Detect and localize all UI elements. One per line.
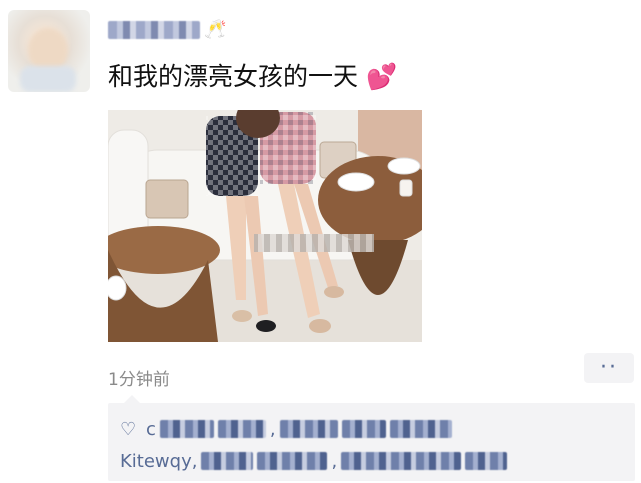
like-name-blurred-9[interactable]	[465, 452, 508, 470]
like-name-blurred-1[interactable]	[159, 420, 214, 438]
like-separator: ,	[269, 418, 276, 440]
photo-illustration	[108, 110, 422, 342]
post-photo[interactable]	[108, 110, 422, 342]
more-options-button[interactable]: ··	[584, 353, 634, 383]
like-name-blurred-8[interactable]	[341, 452, 462, 470]
photo-vase	[108, 275, 127, 301]
more-dots-icon: ··	[600, 355, 618, 380]
like-name-blurred-6[interactable]	[201, 452, 254, 470]
like-name-blurred-2[interactable]	[217, 420, 266, 438]
username-emoji: 🥂	[204, 19, 227, 40]
likes-line-1: c ,	[146, 417, 452, 441]
like-name-blurred-5[interactable]	[389, 420, 452, 438]
post-text: 和我的漂亮女孩的一天 💕	[108, 62, 397, 92]
photo-bag-left	[145, 179, 189, 219]
photo-watermark	[254, 234, 374, 252]
username-pixelated	[108, 21, 200, 39]
like-separator-2: ,	[331, 450, 338, 472]
like-name-kitewqy[interactable]: Kitewqy,	[120, 451, 197, 472]
photo-shoe-2	[256, 320, 276, 332]
likes-line-2: Kitewqy, ,	[120, 449, 508, 473]
photo-shoe-1	[232, 310, 252, 322]
avatar-body	[20, 66, 76, 92]
username[interactable]: 🥂	[108, 18, 226, 42]
likes-panel: ♡ c , Kitewqy, ,	[108, 395, 635, 481]
post-text-content: 和我的漂亮女孩的一天	[108, 62, 359, 91]
photo-plate-2	[387, 157, 421, 175]
heart-outline-icon: ♡	[120, 419, 137, 440]
photo-shoe-4	[324, 286, 344, 298]
like-name-blurred-3[interactable]	[279, 420, 338, 438]
like-name-blurred-7[interactable]	[257, 452, 328, 470]
post-timestamp: 1分钟前	[108, 370, 170, 390]
heart-emoji: 💕	[365, 62, 398, 91]
like-name-blurred-4[interactable]	[341, 420, 386, 438]
photo-shoe-3	[309, 319, 331, 333]
photo-cup	[399, 179, 413, 197]
like-name-start[interactable]: c	[146, 419, 156, 440]
photo-plate-1	[337, 172, 375, 192]
avatar[interactable]	[8, 10, 90, 92]
